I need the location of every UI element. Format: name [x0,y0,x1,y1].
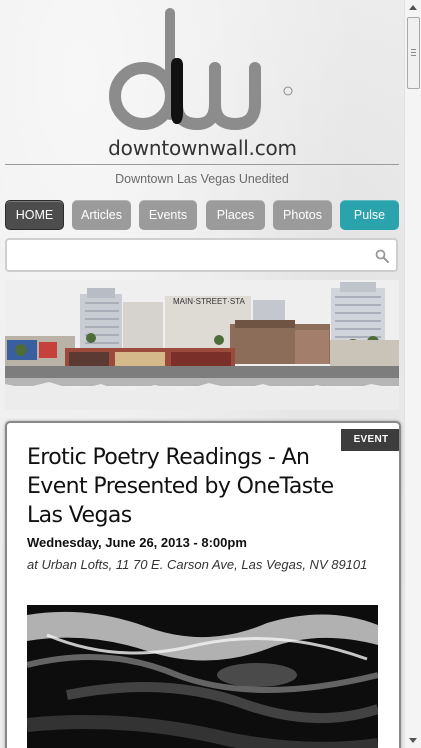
dw-logo-icon [109,8,293,131]
search-box [5,238,398,272]
vertical-scrollbar[interactable] [404,0,421,748]
main-street-sign: MAIN·STREET·STA [173,297,246,306]
nav-pulse-button[interactable]: Pulse [340,200,399,230]
grip-line-icon [411,55,416,56]
header-divider [5,164,399,165]
grip-line-icon [411,52,416,53]
scroll-up-arrow-icon[interactable] [409,5,417,10]
event-location: at Urban Lofts, 11 70 E. Carson Ave, Las… [27,557,368,572]
nav-articles-button[interactable]: Articles [72,200,131,230]
event-card[interactable]: EVENT Erotic Poetry Readings - An Event … [5,421,401,748]
nav-places-button[interactable]: Places [206,200,265,230]
scrollbar-thumb[interactable] [407,17,420,89]
site-tagline: Downtown Las Vegas Unedited [115,172,289,186]
grip-line-icon [411,49,416,50]
downtown-skyline-banner: MAIN·STREET·STA [5,280,399,410]
event-image[interactable] [26,605,380,748]
logo-text: downtownwall.com [108,136,297,160]
site-logo[interactable]: downtownwall.com [105,8,300,160]
event-date: Wednesday, June 26, 2013 - 8:00pm [27,535,247,550]
search-icon[interactable] [375,249,389,263]
nav-home-button[interactable]: HOME [5,200,64,230]
nav-photos-button[interactable]: Photos [273,200,332,230]
scroll-down-arrow-icon[interactable] [409,738,417,743]
page: downtownwall.com Downtown Las Vegas Uned… [0,0,404,748]
nav-events-button[interactable]: Events [139,200,197,230]
event-title[interactable]: Erotic Poetry Readings - An Event Presen… [27,443,357,530]
search-input[interactable] [13,244,373,266]
